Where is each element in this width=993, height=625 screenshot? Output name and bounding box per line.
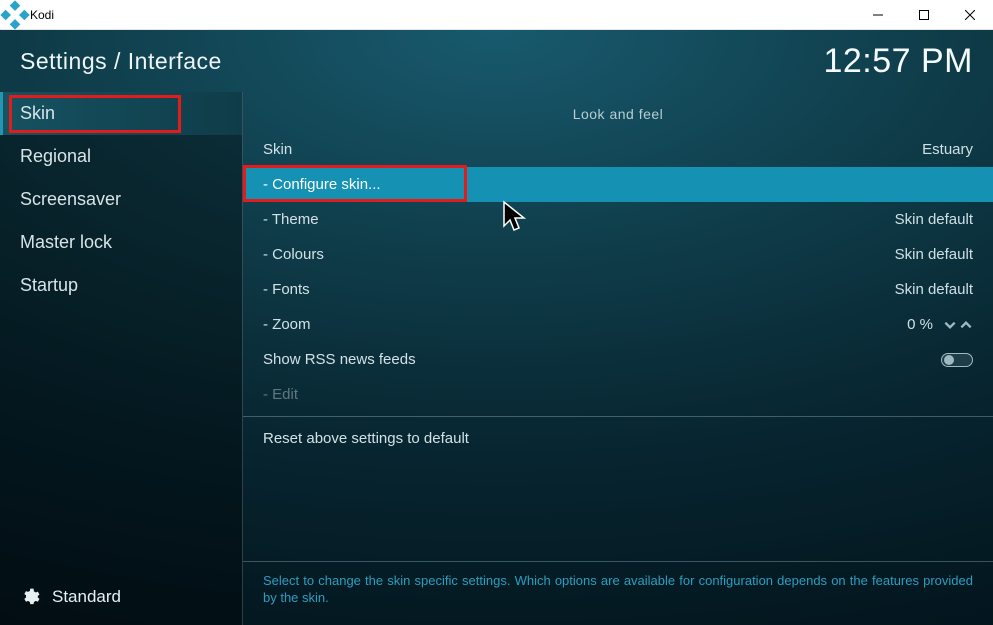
setting-label: - Colours bbox=[263, 246, 895, 263]
kodi-logo-icon bbox=[0, 0, 30, 30]
setting-row-skin[interactable]: SkinEstuary bbox=[243, 132, 993, 167]
window-title: Kodi bbox=[30, 8, 54, 22]
app-header: Settings / Interface 12:57 PM bbox=[0, 30, 993, 92]
gear-icon bbox=[20, 587, 40, 607]
close-button[interactable] bbox=[947, 0, 993, 30]
sidebar-item-skin[interactable]: Skin bbox=[0, 92, 242, 135]
setting-row-reset-above-settings-to-default[interactable]: Reset above settings to default bbox=[243, 421, 993, 456]
setting-row-fonts[interactable]: - FontsSkin default bbox=[243, 272, 993, 307]
settings-sidebar: Skin Regional Screensaver Master lock Startu… bbox=[0, 92, 243, 625]
setting-label: - Configure skin... bbox=[263, 176, 973, 193]
setting-label: - Fonts bbox=[263, 281, 895, 298]
setting-value: 0 % bbox=[907, 316, 933, 333]
setting-row-zoom[interactable]: - Zoom0 % bbox=[243, 307, 993, 342]
setting-row-show-rss-news-feeds[interactable]: Show RSS news feeds bbox=[243, 342, 993, 377]
window-titlebar: Kodi bbox=[0, 0, 993, 30]
sidebar-item-label: Screensaver bbox=[20, 189, 121, 210]
setting-value: Skin default bbox=[895, 211, 973, 228]
settings-content: Look and feel SkinEstuary - Configure ski… bbox=[243, 92, 993, 625]
settings-level-button[interactable]: Standard bbox=[20, 587, 121, 607]
app-viewport: Settings / Interface 12:57 PM Skin Region… bbox=[0, 30, 993, 625]
sidebar-item-master-lock[interactable]: Master lock bbox=[0, 221, 242, 264]
sidebar-item-label: Master lock bbox=[20, 232, 112, 253]
minimize-button[interactable] bbox=[855, 0, 901, 30]
setting-value: Skin default bbox=[895, 246, 973, 263]
divider bbox=[243, 416, 993, 417]
sidebar-item-startup[interactable]: Startup bbox=[0, 264, 242, 307]
settings-level-label: Standard bbox=[52, 587, 121, 607]
setting-row-edit: - Edit bbox=[243, 377, 993, 412]
setting-label: - Zoom bbox=[263, 316, 907, 333]
breadcrumb: Settings / Interface bbox=[20, 48, 222, 75]
setting-row-configure-skin[interactable]: - Configure skin... bbox=[243, 167, 993, 202]
setting-label: - Theme bbox=[263, 211, 895, 228]
setting-label: Reset above settings to default bbox=[263, 430, 973, 447]
spinner-control[interactable] bbox=[943, 318, 973, 332]
sidebar-item-label: Regional bbox=[20, 146, 91, 167]
setting-value: Skin default bbox=[895, 281, 973, 298]
sidebar-item-label: Startup bbox=[20, 275, 78, 296]
section-title: Look and feel bbox=[243, 92, 993, 132]
sidebar-item-regional[interactable]: Regional bbox=[0, 135, 242, 178]
chevron-up-icon bbox=[959, 318, 973, 332]
setting-row-theme[interactable]: - ThemeSkin default bbox=[243, 202, 993, 237]
sidebar-item-screensaver[interactable]: Screensaver bbox=[0, 178, 242, 221]
setting-label: Skin bbox=[263, 141, 922, 158]
clock: 12:57 PM bbox=[823, 42, 973, 81]
toggle-switch[interactable] bbox=[941, 353, 973, 367]
help-text: Select to change the skin specific setti… bbox=[243, 561, 993, 625]
setting-label: - Edit bbox=[263, 386, 973, 403]
setting-value: Estuary bbox=[922, 141, 973, 158]
chevron-down-icon bbox=[943, 318, 957, 332]
maximize-button[interactable] bbox=[901, 0, 947, 30]
sidebar-item-label: Skin bbox=[20, 103, 55, 124]
setting-row-colours[interactable]: - ColoursSkin default bbox=[243, 237, 993, 272]
setting-label: Show RSS news feeds bbox=[263, 351, 941, 368]
